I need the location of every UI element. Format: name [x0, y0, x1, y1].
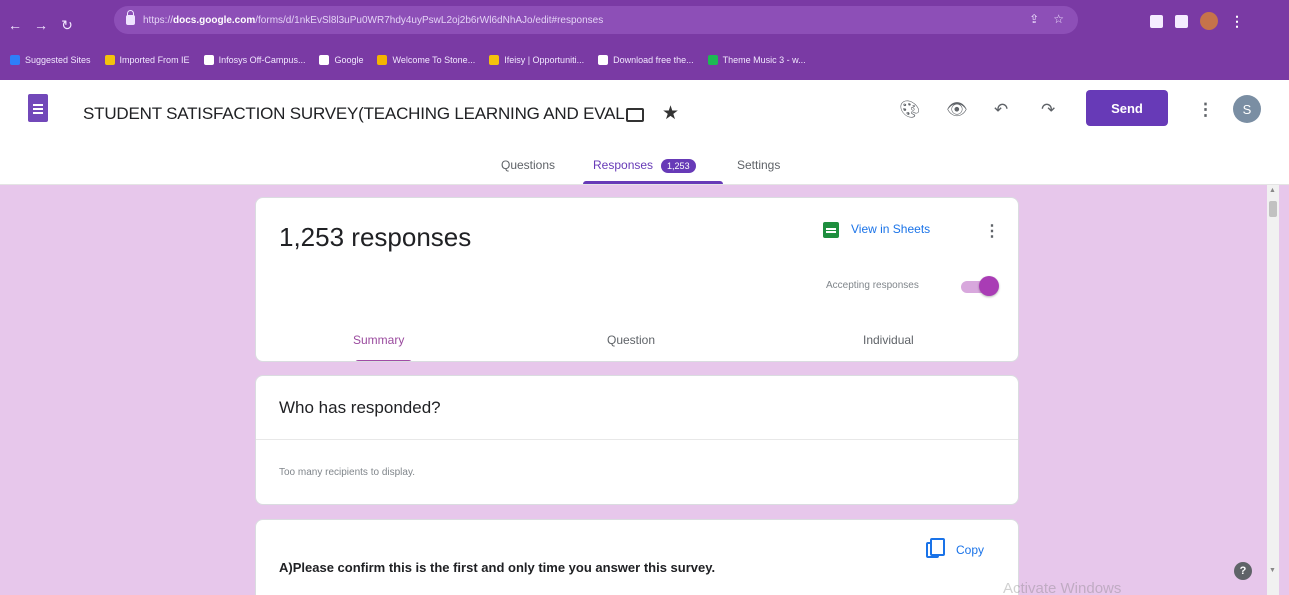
url-text: https://docs.google.com/forms/d/1nkEvSl8… — [143, 14, 604, 26]
bookmark-favicon-icon — [377, 55, 388, 65]
screen: ← → ↻ https://docs.google.com/forms/d/1n… — [0, 0, 1289, 595]
help-icon[interactable]: ? — [1234, 562, 1252, 580]
bookmark-label: Google — [334, 55, 364, 65]
bookmark-label: Welcome To Stone... — [392, 55, 476, 65]
windows-watermark: Activate Windows — [1003, 580, 1122, 595]
star-icon[interactable]: ★ — [662, 102, 679, 125]
tab-questions[interactable]: Questions — [501, 158, 555, 172]
redo-icon[interactable]: ↷ — [1041, 100, 1055, 120]
folder-icon[interactable] — [626, 108, 644, 122]
send-button[interactable]: Send — [1086, 90, 1168, 126]
responses-count-title: 1,253 responses — [279, 222, 472, 252]
bookmark-item[interactable]: Imported From IE — [104, 55, 190, 65]
subtab-individual[interactable]: Individual — [863, 333, 914, 347]
forms-logo-icon[interactable] — [28, 94, 48, 122]
bookmark-favicon-icon — [203, 55, 214, 65]
recipients-note: Too many recipients to display. — [279, 467, 415, 478]
palette-icon[interactable]: 🎨︎ — [899, 100, 921, 120]
bookmark-favicon-icon — [598, 55, 609, 65]
bookmark-label: Download free the... — [613, 55, 694, 65]
bookmark-favicon-icon — [104, 55, 115, 65]
bookmarks-bar: Suggested Sites Imported From IE Infosys O… — [0, 46, 1289, 74]
scrollbar-thumb[interactable] — [1269, 201, 1277, 217]
bookmark-item[interactable]: Download free the... — [598, 55, 694, 65]
responses-count-badge: 1,253 — [661, 159, 696, 173]
subtab-summary[interactable]: Summary — [353, 333, 404, 347]
bookmark-label: Theme Music 3 - w... — [722, 55, 806, 65]
copy-icon[interactable] — [926, 538, 945, 558]
question-title: A)Please confirm this is the first and o… — [279, 560, 716, 575]
bookmark-item[interactable]: Suggested Sites — [10, 55, 91, 65]
extensions-icon[interactable] — [1150, 14, 1163, 28]
copy-button[interactable]: Copy — [956, 543, 984, 557]
bookmark-label: Imported From IE — [119, 55, 190, 65]
more-options-icon[interactable]: ⋮ — [1197, 100, 1214, 120]
bookmark-item[interactable]: Welcome To Stone... — [377, 55, 475, 65]
browser-menu-icon[interactable]: ⋮ — [1230, 13, 1244, 30]
question-card: A)Please confirm this is the first and o… — [255, 519, 1019, 595]
bookmark-label: Suggested Sites — [25, 55, 91, 65]
tab-settings[interactable]: Settings — [737, 158, 780, 172]
who-responded-title: Who has responded? — [279, 398, 441, 417]
back-icon[interactable]: ← — [4, 17, 26, 33]
accepting-responses-label: Accepting responses — [826, 280, 919, 291]
lock-icon — [126, 10, 135, 25]
reload-icon[interactable]: ↻ — [56, 17, 78, 34]
forms-header: STUDENT SATISFACTION SURVEY(TEACHING LEA… — [0, 80, 1289, 185]
scroll-down-icon[interactable]: ▼ — [1269, 567, 1276, 574]
avatar[interactable]: S — [1233, 95, 1261, 123]
form-tabs: Questions Responses 1,253 Settings — [0, 155, 1289, 185]
divider — [256, 439, 1018, 440]
bookmark-item[interactable]: Theme Music 3 - w... — [707, 55, 806, 65]
responses-content: 1,253 responses View in Sheets ⋮ Accepti… — [0, 185, 1289, 595]
bookmark-item[interactable]: Infosys Off-Campus... — [203, 55, 306, 65]
bookmark-label: Ifeisy | Opportuniti... — [504, 55, 585, 65]
page-scrollbar[interactable]: ▲ ▼ — [1267, 185, 1279, 595]
bookmark-label: Infosys Off-Campus... — [218, 55, 306, 65]
bookmark-item[interactable]: Google — [319, 55, 363, 65]
share-icon[interactable]: ⇪ — [1029, 12, 1039, 26]
responses-more-icon[interactable]: ⋮ — [984, 221, 1000, 241]
bookmark-item[interactable]: Ifeisy | Opportuniti... — [489, 55, 584, 65]
bookmark-star-icon[interactable]: ☆ — [1053, 12, 1064, 26]
summary-card: 1,253 responses View in Sheets ⋮ Accepti… — [255, 197, 1019, 362]
forward-icon[interactable]: → — [30, 17, 52, 33]
tab-active-indicator — [583, 181, 723, 184]
sidebar-icon[interactable] — [1175, 14, 1188, 28]
sheets-icon[interactable] — [823, 222, 839, 238]
undo-icon[interactable]: ↶ — [994, 100, 1008, 120]
address-bar[interactable]: https://docs.google.com/forms/d/1nkEvSl8… — [114, 6, 1078, 34]
bookmark-favicon-icon — [489, 55, 500, 65]
page-title[interactable]: STUDENT SATISFACTION SURVEY(TEACHING LEA… — [83, 104, 625, 124]
bookmark-favicon-icon — [707, 55, 718, 65]
subtab-active-indicator — [355, 360, 412, 361]
bookmark-favicon-icon — [10, 55, 20, 65]
preview-eye-icon[interactable]: 👁︎ — [946, 100, 968, 120]
toggle-thumb[interactable] — [979, 276, 999, 296]
scroll-up-icon[interactable]: ▲ — [1269, 187, 1276, 194]
bookmark-favicon-icon — [319, 55, 330, 65]
profile-icon[interactable] — [1200, 12, 1218, 30]
tab-responses-label: Responses — [593, 158, 654, 172]
view-in-sheets-link[interactable]: View in Sheets — [851, 222, 930, 236]
who-responded-card: Who has responded? Too many recipients t… — [255, 375, 1019, 505]
subtab-question[interactable]: Question — [607, 333, 655, 347]
browser-chrome: ← → ↻ https://docs.google.com/forms/d/1n… — [0, 0, 1289, 80]
tab-responses[interactable]: Responses 1,253 — [593, 158, 696, 173]
